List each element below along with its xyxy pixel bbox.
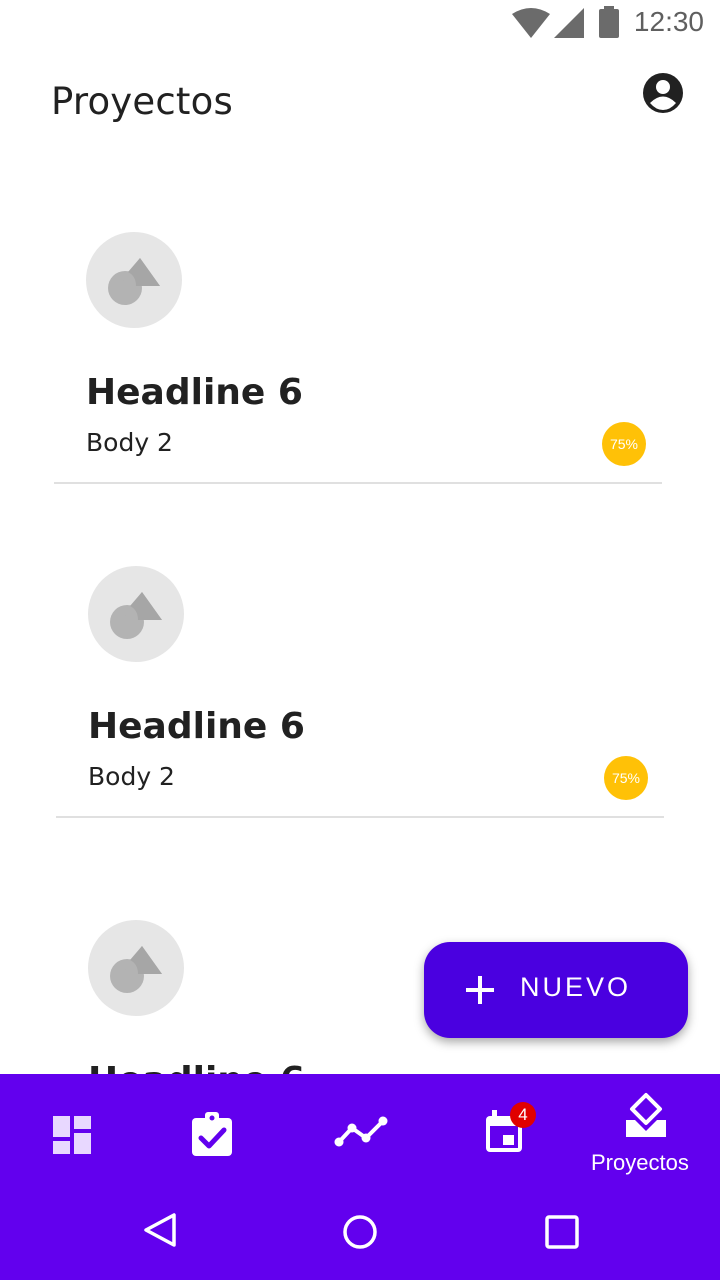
home-icon[interactable]	[342, 1214, 378, 1250]
notification-badge: 4	[510, 1102, 536, 1128]
new-project-label: NUEVO	[520, 972, 632, 1002]
project-thumbnail	[88, 920, 184, 1016]
project-thumbnail	[86, 232, 182, 328]
project-body: Body 2	[86, 428, 173, 457]
project-list: Headline 6 Body 2 75% Headline 6 Body 2 …	[0, 150, 720, 1074]
status-time: 12:30	[633, 6, 704, 37]
dashboard-icon	[53, 1116, 91, 1154]
status-bar: 12:30	[0, 0, 720, 48]
timeline-icon	[334, 1116, 388, 1147]
recents-icon[interactable]	[544, 1214, 580, 1250]
progress-badge: 75%	[604, 756, 648, 800]
nav-item-label: Proyectos	[591, 1150, 689, 1175]
project-card[interactable]: Headline 6 Body 2 75%	[56, 484, 664, 818]
project-body: Body 2	[88, 762, 175, 791]
system-navigation-bar	[0, 1194, 720, 1280]
battery-icon	[599, 6, 619, 38]
shapes-placeholder-icon	[110, 592, 162, 639]
new-project-button[interactable]: NUEVO	[424, 942, 688, 1038]
account-circle-icon	[643, 73, 683, 113]
shapes-placeholder-icon	[110, 946, 162, 993]
nav-item-calendar[interactable]: 4	[432, 1074, 576, 1194]
inbox-projects-icon	[626, 1093, 666, 1137]
cellular-signal-icon	[554, 8, 584, 38]
wifi-icon	[512, 8, 550, 38]
bottom-navigation: 4 Proyectos	[0, 1074, 720, 1194]
assignment-check-icon	[192, 1112, 232, 1156]
project-thumbnail	[88, 566, 184, 662]
nav-item-tasks[interactable]	[144, 1074, 288, 1194]
nav-item-projects[interactable]: Proyectos	[576, 1074, 720, 1194]
plus-icon	[466, 976, 494, 1004]
back-icon[interactable]	[142, 1212, 178, 1248]
project-headline: Headline 6	[88, 1060, 305, 1074]
nav-item-dashboard[interactable]	[0, 1074, 144, 1194]
project-headline: Headline 6	[86, 372, 303, 413]
project-headline: Headline 6	[88, 706, 305, 747]
app-header: Proyectos	[0, 60, 720, 150]
page-title: Proyectos	[51, 80, 233, 123]
nav-item-timeline[interactable]	[288, 1074, 432, 1194]
shapes-placeholder-icon	[108, 258, 160, 305]
project-card[interactable]: Headline 6 Body 2 75%	[54, 150, 662, 484]
progress-badge: 75%	[602, 422, 646, 466]
account-button[interactable]	[640, 70, 686, 116]
